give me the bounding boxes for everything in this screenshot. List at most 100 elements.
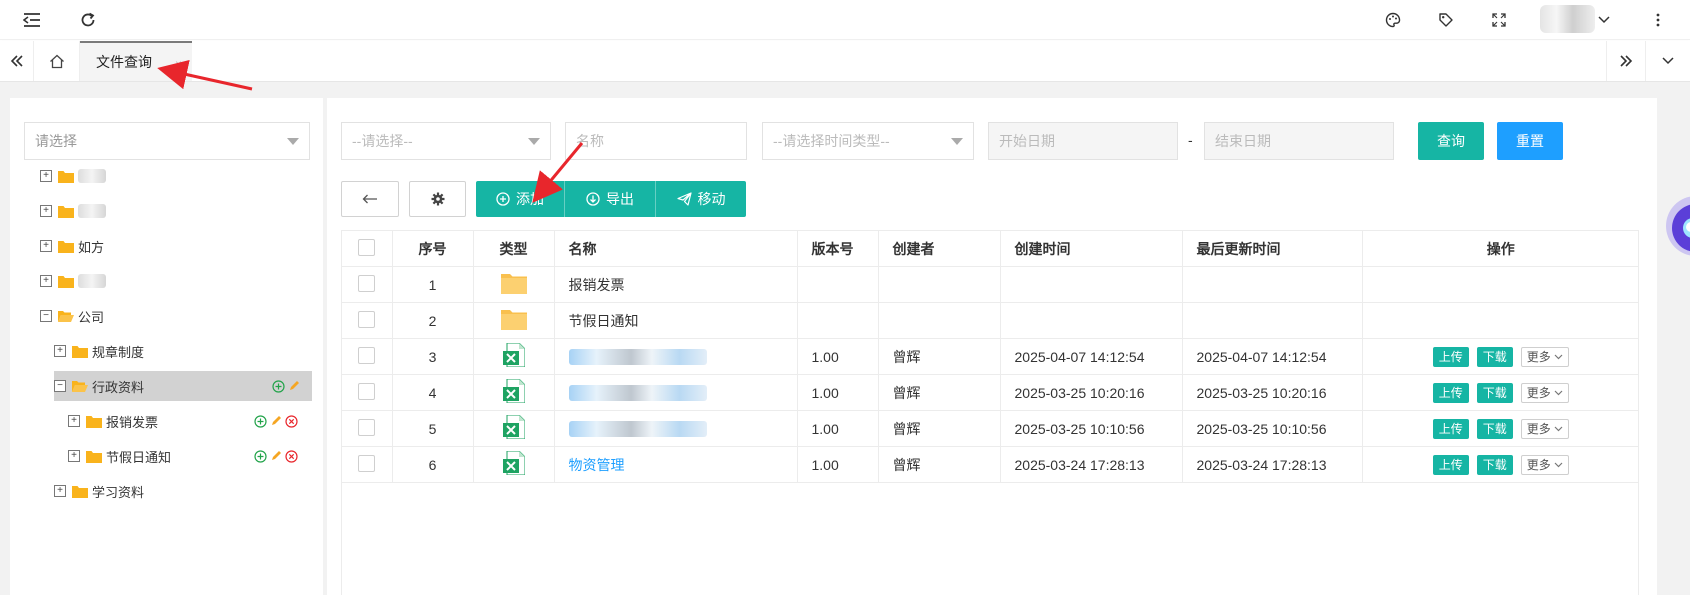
add-button[interactable]: 添加	[476, 181, 565, 217]
expand-icon[interactable]: +	[54, 485, 66, 497]
table-row[interactable]: 2 节假日通知	[341, 302, 1639, 339]
expand-icon[interactable]: +	[54, 345, 66, 357]
table-row[interactable]: 1 报销发票	[341, 266, 1639, 303]
double-chevron-left-icon[interactable]	[0, 41, 34, 81]
row-checkbox[interactable]	[357, 454, 375, 472]
tab-file-query[interactable]: 文件查询 ×	[80, 41, 192, 81]
table-row[interactable]: 5 1.00 曾辉 2025-03-25 10:10:56 2025-03-25 10:…	[341, 410, 1639, 447]
file-name-link[interactable]	[568, 421, 707, 438]
row-name[interactable]	[554, 338, 798, 375]
row-name[interactable]	[554, 410, 798, 447]
expand-icon[interactable]: +	[68, 415, 80, 427]
tag-icon[interactable]	[1434, 8, 1458, 32]
more-vertical-icon[interactable]	[1646, 8, 1670, 32]
col-creator[interactable]: 创建者	[878, 230, 1001, 267]
time-type-select[interactable]: --请选择时间类型--	[762, 122, 974, 160]
upload-button[interactable]: 上传	[1432, 418, 1469, 439]
refresh-icon[interactable]	[76, 8, 100, 32]
tree-node[interactable]: +	[40, 161, 280, 191]
expand-icon[interactable]: +	[40, 275, 52, 287]
download-button[interactable]: 下载	[1476, 346, 1513, 367]
col-updated[interactable]: 最后更新时间	[1182, 230, 1363, 267]
row-name[interactable]	[554, 374, 798, 411]
add-child-icon[interactable]	[254, 449, 267, 463]
more-dropdown[interactable]: 更多	[1520, 346, 1569, 367]
more-dropdown[interactable]: 更多	[1520, 418, 1569, 439]
arrow-left-icon	[362, 194, 378, 204]
row-checkbox[interactable]	[357, 382, 375, 400]
row-name[interactable]: 物资管理	[554, 446, 798, 483]
upload-button[interactable]: 上传	[1432, 382, 1469, 403]
upload-button[interactable]: 上传	[1432, 346, 1469, 367]
delete-icon[interactable]	[285, 449, 298, 463]
edit-icon[interactable]	[270, 450, 282, 462]
export-button[interactable]: 导出	[565, 181, 656, 217]
download-button[interactable]: 下载	[1476, 382, 1513, 403]
tree-node[interactable]: + 报销发票	[68, 406, 308, 436]
row-name[interactable]: 报销发票	[554, 266, 798, 303]
assistant-bubble[interactable]	[1664, 190, 1690, 262]
chevron-down-icon[interactable]	[1592, 8, 1616, 32]
back-button[interactable]	[341, 181, 399, 217]
category-select[interactable]: --请选择--	[341, 122, 551, 160]
home-icon[interactable]	[34, 41, 80, 81]
expand-icon[interactable]: +	[68, 450, 80, 462]
tree-node[interactable]: − 行政资料	[54, 371, 312, 401]
delete-icon[interactable]	[285, 414, 298, 428]
end-date-input[interactable]: 结束日期	[1204, 122, 1394, 160]
start-date-input[interactable]: 开始日期	[988, 122, 1178, 160]
edit-icon[interactable]	[288, 380, 300, 392]
table-row[interactable]: 4 1.00 曾辉 2025-03-25 10:20:16 2025-03-25 10:…	[341, 374, 1639, 411]
table-row[interactable]: 6 物资管理 1.00 曾辉 2025-03-24 17:28:13 2025-03-24…	[341, 446, 1639, 483]
row-checkbox[interactable]	[357, 418, 375, 436]
download-button[interactable]: 下载	[1476, 454, 1513, 475]
table-row[interactable]: 3 1.00 曾辉 2025-04-07 14:12:54 2025-04-07 14:…	[341, 338, 1639, 375]
close-tab-icon[interactable]: ×	[175, 57, 182, 71]
folder-icon	[72, 345, 88, 358]
tab-menu-chevron-icon[interactable]	[1646, 41, 1690, 81]
settings-button[interactable]	[409, 181, 466, 217]
collapse-icon[interactable]: −	[54, 380, 66, 392]
col-index[interactable]: 序号	[392, 230, 474, 267]
reset-button[interactable]: 重置	[1497, 122, 1563, 160]
tree-node[interactable]: + 规章制度	[54, 336, 294, 366]
download-button[interactable]: 下载	[1476, 418, 1513, 439]
row-checkbox[interactable]	[357, 310, 375, 328]
palette-icon[interactable]	[1381, 8, 1405, 32]
menu-fold-icon[interactable]	[20, 8, 44, 32]
tree-node[interactable]: + 如方	[40, 231, 280, 261]
tree-node[interactable]: − 公司	[40, 301, 280, 331]
search-button[interactable]: 查询	[1418, 122, 1484, 160]
tree-node[interactable]: +	[40, 196, 280, 226]
avatar[interactable]	[1540, 5, 1595, 33]
upload-button[interactable]: 上传	[1432, 454, 1469, 475]
row-name[interactable]: 节假日通知	[554, 302, 798, 339]
collapse-icon[interactable]: −	[40, 310, 52, 322]
edit-icon[interactable]	[270, 415, 282, 427]
row-checkbox[interactable]	[357, 274, 375, 292]
file-name-link[interactable]	[568, 385, 707, 402]
add-child-icon[interactable]	[272, 379, 285, 393]
expand-icon[interactable]: +	[40, 170, 52, 182]
file-name-link[interactable]: 物资管理	[569, 457, 625, 473]
select-all-checkbox[interactable]	[357, 238, 375, 256]
col-created[interactable]: 创建时间	[1000, 230, 1183, 267]
file-name-link[interactable]	[568, 349, 707, 366]
expand-icon[interactable]: +	[40, 205, 52, 217]
col-type[interactable]: 类型	[473, 230, 555, 267]
more-dropdown[interactable]: 更多	[1520, 454, 1569, 475]
tree-node[interactable]: + 学习资料	[54, 476, 294, 506]
name-input[interactable]: 名称	[565, 122, 747, 160]
tree-root-select[interactable]: 请选择	[24, 122, 310, 160]
tree-node[interactable]: +	[40, 266, 280, 296]
fullscreen-icon[interactable]	[1487, 8, 1511, 32]
row-checkbox[interactable]	[357, 346, 375, 364]
add-child-icon[interactable]	[254, 414, 267, 428]
more-dropdown[interactable]: 更多	[1520, 382, 1569, 403]
double-chevron-right-icon[interactable]	[1606, 41, 1646, 81]
col-name[interactable]: 名称	[554, 230, 798, 267]
col-version[interactable]: 版本号	[797, 230, 879, 267]
tree-node[interactable]: + 节假日通知	[68, 441, 308, 471]
expand-icon[interactable]: +	[40, 240, 52, 252]
move-button[interactable]: 移动	[656, 181, 746, 217]
